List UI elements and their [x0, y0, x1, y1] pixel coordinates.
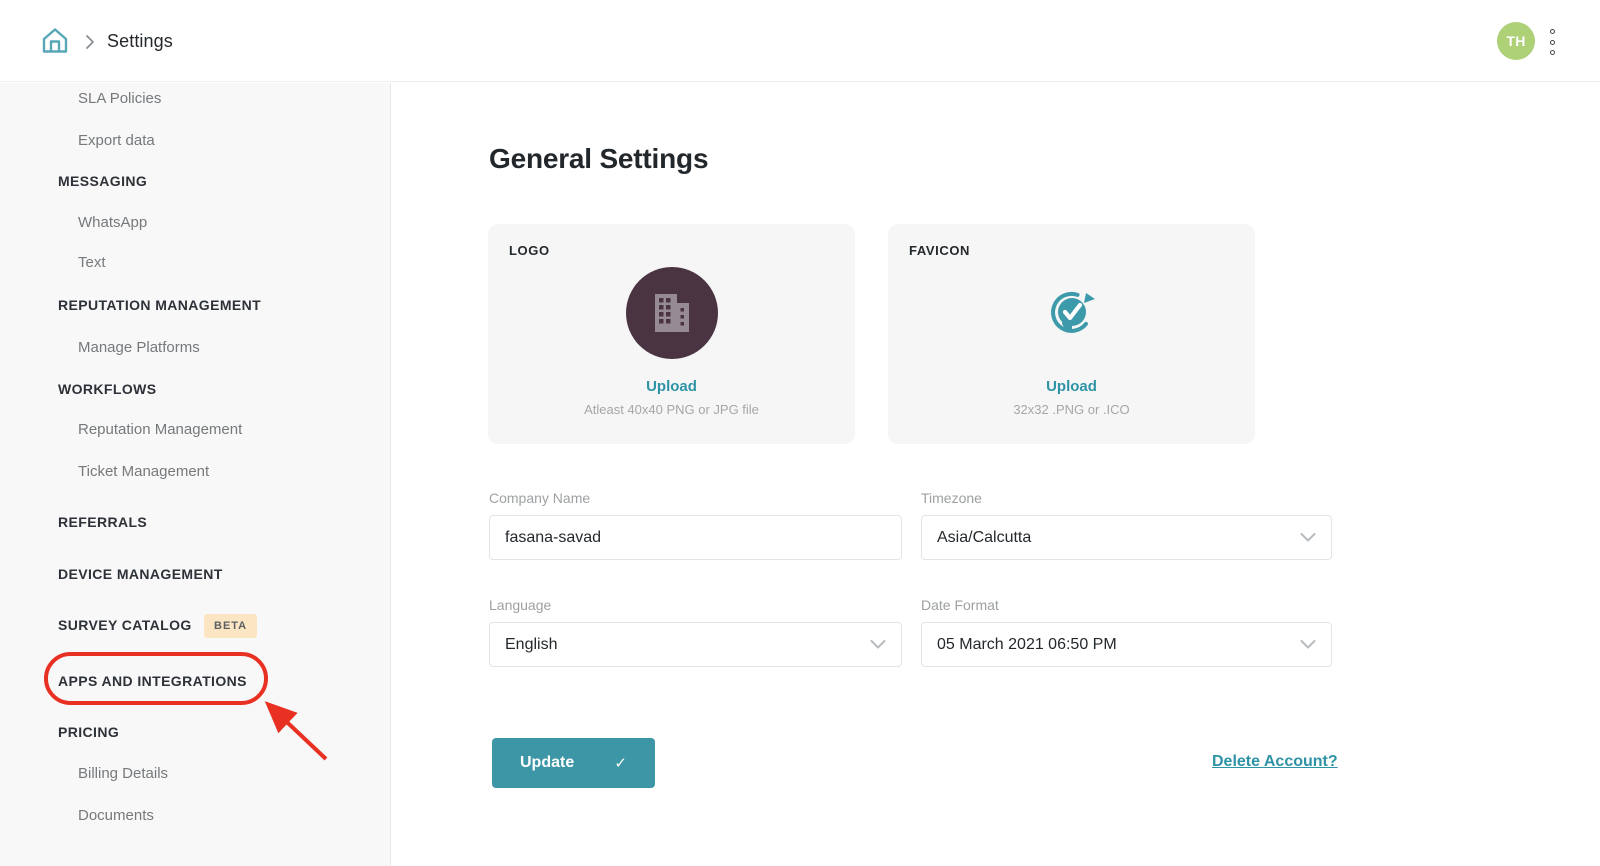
delete-account-link[interactable]: Delete Account? — [1212, 753, 1338, 771]
language-value: English — [505, 636, 557, 654]
company-name-input[interactable] — [489, 515, 902, 560]
favicon-image — [1048, 289, 1096, 337]
sidebar-item-reputation-management-sub[interactable]: Reputation Management — [78, 419, 242, 441]
beta-badge: BETA — [204, 614, 257, 638]
building-icon — [649, 290, 695, 336]
sidebar-item-pricing[interactable]: PRICING — [58, 721, 119, 743]
timezone-field: Timezone Asia/Calcutta — [921, 490, 1332, 560]
timezone-label: Timezone — [921, 490, 1332, 506]
sidebar-item-device-management[interactable]: DEVICE MANAGEMENT — [58, 563, 223, 585]
sidebar-item-sla-policies[interactable]: SLA Policies — [78, 88, 161, 110]
general-settings-panel: General Settings LOGO — [392, 83, 1600, 866]
favicon-upload-button[interactable]: Upload — [909, 378, 1234, 395]
check-icon: ✓ — [614, 754, 627, 772]
breadcrumb-chevron-icon — [84, 34, 96, 55]
sidebar-item-manage-platforms[interactable]: Manage Platforms — [78, 337, 200, 359]
kebab-menu-icon[interactable] — [1546, 29, 1558, 55]
update-button-label: Update — [520, 754, 574, 772]
date-format-label: Date Format — [921, 597, 1332, 613]
date-format-value: 05 March 2021 06:50 PM — [937, 636, 1117, 654]
chevron-down-icon — [1300, 533, 1316, 542]
favicon-upload-hint: 32x32 .PNG or .ICO — [909, 402, 1234, 417]
breadcrumb-settings[interactable]: Settings — [107, 31, 173, 52]
company-logo-image — [626, 267, 718, 359]
home-icon[interactable] — [40, 26, 70, 56]
page-title: General Settings — [489, 143, 708, 175]
avatar[interactable]: TH — [1497, 22, 1535, 60]
timezone-value: Asia/Calcutta — [937, 529, 1031, 547]
sidebar-item-documents[interactable]: Documents — [78, 805, 154, 827]
company-name-field: Company Name — [489, 490, 902, 560]
sidebar-item-text[interactable]: Text — [78, 252, 106, 274]
sidebar-item-billing-details[interactable]: Billing Details — [78, 763, 168, 785]
company-name-label: Company Name — [489, 490, 902, 506]
sidebar-item-workflows[interactable]: WORKFLOWS — [58, 378, 156, 400]
sidebar-item-apps-and-integrations[interactable]: APPS AND INTEGRATIONS — [58, 670, 247, 692]
date-format-select[interactable]: 05 March 2021 06:50 PM — [921, 622, 1332, 667]
sidebar-item-ticket-management[interactable]: Ticket Management — [78, 461, 209, 483]
language-label: Language — [489, 597, 902, 613]
logo-upload-card: LOGO — [488, 224, 855, 444]
logo-card-title: LOGO — [509, 243, 834, 258]
settings-sidebar: SLA Policies Export data MESSAGING Whats… — [0, 83, 391, 866]
top-header: Settings TH — [0, 0, 1600, 82]
chevron-down-icon — [1300, 640, 1316, 649]
sidebar-item-messaging[interactable]: MESSAGING — [58, 170, 147, 192]
date-format-field: Date Format 05 March 2021 06:50 PM — [921, 597, 1332, 667]
language-select[interactable]: English — [489, 622, 902, 667]
favicon-card-title: FAVICON — [909, 243, 1234, 258]
sidebar-item-whatsapp[interactable]: WhatsApp — [78, 212, 147, 234]
sidebar-item-survey-catalog[interactable]: SURVEY CATALOG — [58, 614, 192, 636]
logo-upload-hint: Atleast 40x40 PNG or JPG file — [509, 402, 834, 417]
favicon-upload-card: FAVICON Upload 32x32 .PNG or .ICO — [888, 224, 1255, 444]
sidebar-item-export-data[interactable]: Export data — [78, 130, 155, 152]
language-field: Language English — [489, 597, 902, 667]
timezone-select[interactable]: Asia/Calcutta — [921, 515, 1332, 560]
annotation-arrow — [256, 693, 340, 769]
update-button[interactable]: Update ✓ — [492, 738, 655, 788]
sidebar-item-reputation-management[interactable]: REPUTATION MANAGEMENT — [58, 294, 261, 316]
chevron-down-icon — [870, 640, 886, 649]
sidebar-item-referrals[interactable]: REFERRALS — [58, 511, 147, 533]
logo-upload-button[interactable]: Upload — [509, 378, 834, 395]
